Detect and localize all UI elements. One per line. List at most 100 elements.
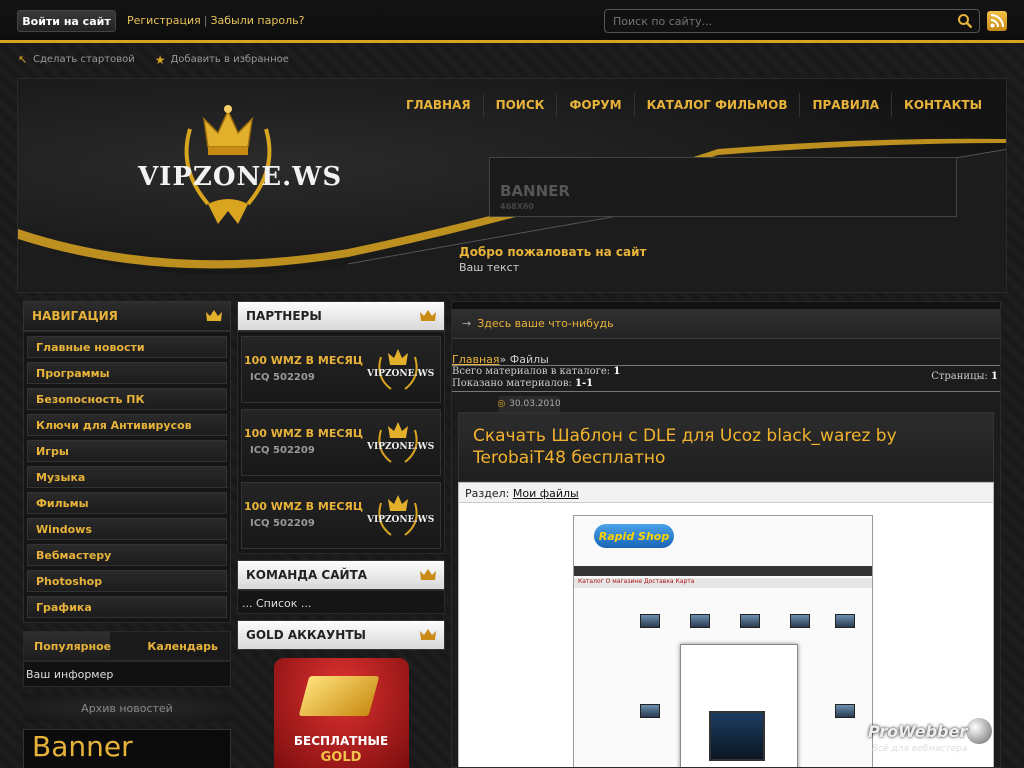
- search-input[interactable]: [605, 10, 945, 32]
- pages-value[interactable]: 1: [991, 371, 998, 382]
- prowebber-tagline: Всё для вебмастера: [872, 744, 968, 754]
- post-title-box: Скачать Шаблон с DLE для Ucoz black_ware…: [458, 412, 994, 482]
- sublinks: ↖ Сделать стартовой ★ Добавить в избранное: [18, 52, 289, 66]
- nav-item-webmaster[interactable]: Вебмастеру: [27, 544, 227, 566]
- pagination: Страницы: 1: [931, 371, 998, 383]
- partner-logo: VIPZONE.WS: [367, 345, 435, 395]
- make-home-label: Сделать стартовой: [33, 54, 135, 65]
- menu-search[interactable]: ПОИСК: [482, 93, 557, 117]
- nav-item-games[interactable]: Игры: [27, 440, 227, 462]
- laptop-icon: [835, 614, 855, 628]
- auth-links: Регистрация | Забыли пароль?: [127, 14, 304, 27]
- popular-calendar-tabs: Популярное Календарь: [23, 631, 231, 661]
- laptop-icon: [640, 614, 660, 628]
- welcome-block: Добро пожаловать на сайт Ваш текст: [459, 245, 646, 274]
- laptop-icon: [690, 614, 710, 628]
- breadcrumb-current: » Файлы: [499, 353, 549, 366]
- welcome-text: Ваш текст: [459, 261, 520, 274]
- nav-item-main-news[interactable]: Главные новости: [27, 336, 227, 358]
- site-header: VIPZONE.WS ГЛАВНАЯ ПОИСК ФОРУМ КАТАЛОГ Ф…: [17, 78, 1007, 293]
- template-screenshot[interactable]: Rapid Shop Каталог О магазине Доставка К…: [573, 515, 873, 767]
- register-link[interactable]: Регистрация: [127, 14, 201, 27]
- total-label: Всего материалов в каталоге:: [452, 366, 611, 377]
- add-favorites-link[interactable]: ★ Добавить в избранное: [155, 54, 289, 66]
- gold-banner-line2: GOLD: [320, 750, 362, 765]
- partner-logo: VIPZONE.WS: [367, 418, 435, 468]
- menu-rules[interactable]: ПРАВИЛА: [799, 93, 891, 117]
- section-label: Раздел:: [465, 487, 510, 500]
- crown-icon: [206, 310, 222, 321]
- post-title[interactable]: Скачать Шаблон с DLE для Ucoz black_ware…: [473, 425, 979, 469]
- header-banner[interactable]: BANNER 468X60: [489, 157, 957, 217]
- screenshot-menu: Каталог О магазине Доставка Карта: [574, 578, 872, 588]
- partners-title: ПАРТНЕРЫ: [246, 309, 322, 323]
- menu-home[interactable]: ГЛАВНАЯ: [394, 93, 483, 117]
- banner-title: BANNER: [500, 182, 570, 200]
- laptop-icon: [835, 704, 855, 718]
- partners-list: 100 WMZ В МЕСЯЦ ICQ 502209 VIPZONE.WS 10…: [237, 331, 445, 554]
- menu-film-catalog[interactable]: КАТАЛОГ ФИЛЬМОВ: [633, 93, 800, 117]
- team-list: ... Список ...: [237, 590, 445, 614]
- welcome-title: Добро пожаловать на сайт: [459, 245, 647, 259]
- nav-item-graphics[interactable]: Графика: [27, 596, 227, 618]
- breadcrumb-home[interactable]: Главная: [452, 353, 500, 366]
- shown-label: Показано материалов:: [452, 378, 572, 389]
- nav-item-antivirus-keys[interactable]: Ключи для Антивирусов: [27, 414, 227, 436]
- rapidshop-logo: Rapid Shop: [594, 524, 674, 548]
- nav-item-music[interactable]: Музыка: [27, 466, 227, 488]
- post-date-text: 30.03.2010: [509, 399, 561, 409]
- gold-banner-line1: БЕСПЛАТНЫЕ: [293, 734, 389, 748]
- make-home-link[interactable]: ↖ Сделать стартовой: [18, 52, 135, 66]
- main-menu: ГЛАВНАЯ ПОИСК ФОРУМ КАТАЛОГ ФИЛЬМОВ ПРАВ…: [394, 93, 994, 117]
- tab-calendar[interactable]: Календарь: [110, 632, 230, 660]
- laptop-icon: [790, 614, 810, 628]
- shown-value: 1-1: [575, 378, 594, 389]
- partner-item[interactable]: 100 WMZ В МЕСЯЦ ICQ 502209 VIPZONE.WS: [241, 336, 441, 403]
- clock-icon: ◎: [497, 399, 506, 409]
- banner-size: 468X60: [500, 202, 534, 211]
- search-box: [604, 9, 980, 33]
- partner-logo-text: VIPZONE.WS: [367, 442, 435, 452]
- prowebber-watermark: ProWebber Всё для вебмастера: [868, 718, 992, 758]
- nav-item-pc-security[interactable]: Безопосность ПК: [27, 388, 227, 410]
- laptop-icon: [640, 704, 660, 718]
- menu-contacts[interactable]: КОНТАКТЫ: [891, 93, 994, 117]
- laptop-icon: [740, 614, 760, 628]
- section-link[interactable]: Мои файлы: [513, 487, 579, 500]
- news-archive-header[interactable]: Архив новостей: [23, 695, 231, 721]
- screenshot-product-popup: [680, 644, 798, 767]
- nav-item-films[interactable]: Фильмы: [27, 492, 227, 514]
- left-banner[interactable]: Banner: [23, 729, 231, 768]
- partner-icq: ICQ 502209: [250, 518, 315, 529]
- nav-list: Главные новости Программы Безопосность П…: [23, 331, 231, 623]
- crown-icon: [420, 310, 436, 321]
- link-separator: |: [203, 14, 208, 27]
- forgot-password-link[interactable]: Забыли пароль?: [210, 14, 304, 27]
- menu-forum[interactable]: ФОРУМ: [556, 93, 633, 117]
- site-logo[interactable]: VIPZONE.WS: [138, 162, 342, 192]
- rss-icon[interactable]: [987, 11, 1007, 31]
- login-button[interactable]: Войти на сайт: [17, 10, 116, 32]
- nav-item-programs[interactable]: Программы: [27, 362, 227, 384]
- partner-icq: ICQ 502209: [250, 445, 315, 456]
- tab-popular[interactable]: Популярное: [24, 632, 111, 660]
- team-header: КОМАНДА САЙТА: [237, 560, 445, 590]
- nav-title: НАВИГАЦИЯ: [32, 309, 118, 323]
- product-cell: [825, 696, 865, 732]
- gold-accounts-banner[interactable]: БЕСПЛАТНЫЕ GOLD: [273, 658, 409, 768]
- search-icon[interactable]: [957, 13, 973, 29]
- partner-item[interactable]: 100 WMZ В МЕСЯЦ ICQ 502209 VIPZONE.WS: [241, 482, 441, 549]
- add-favorites-label: Добавить в избранное: [170, 54, 289, 65]
- nav-item-photoshop[interactable]: Photoshop: [27, 570, 227, 592]
- home-arrow-icon: ↖: [18, 52, 28, 66]
- nav-block-header: НАВИГАЦИЯ: [23, 301, 231, 331]
- partner-item[interactable]: 100 WMZ В МЕСЯЦ ICQ 502209 VIPZONE.WS: [241, 409, 441, 476]
- post-date: ◎ 30.03.2010: [497, 396, 561, 412]
- partner-logo-text: VIPZONE.WS: [367, 369, 435, 379]
- main-top-strip: [452, 302, 1000, 309]
- pages-label: Страницы:: [931, 371, 988, 382]
- partner-logo: VIPZONE.WS: [367, 491, 434, 541]
- total-materials: Всего материалов в каталоге: 1: [452, 366, 1000, 378]
- main-header: → Здесь ваше что-нибудь: [452, 309, 1000, 339]
- nav-item-windows[interactable]: Windows: [27, 518, 227, 540]
